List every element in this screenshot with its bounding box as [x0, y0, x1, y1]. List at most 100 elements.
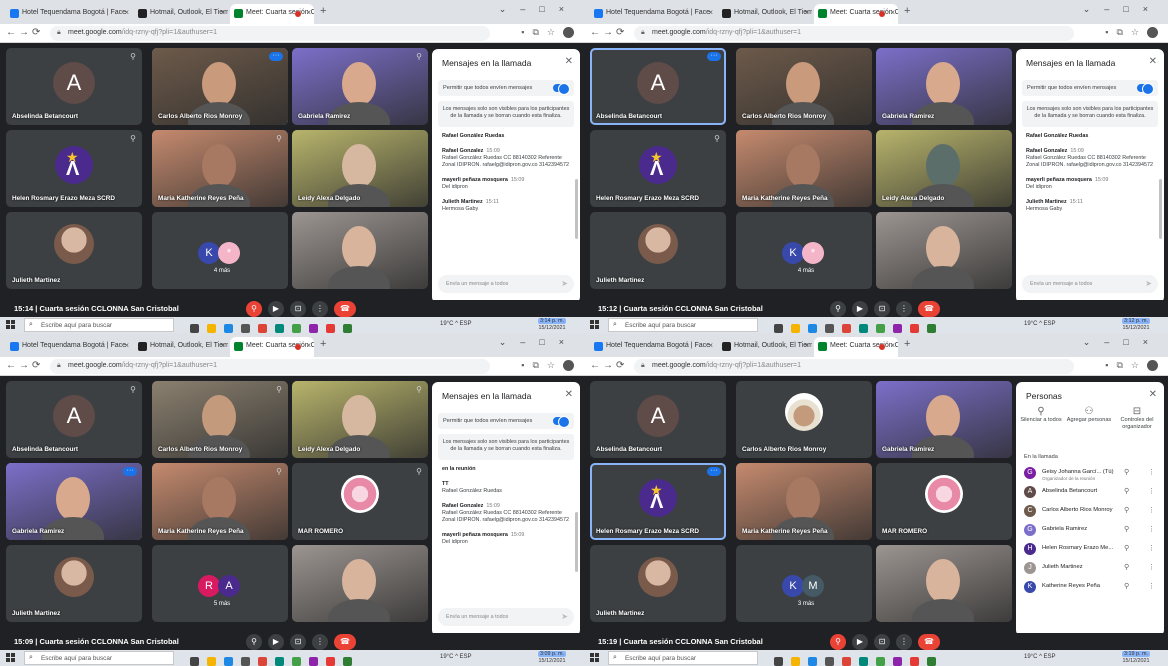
taskbar-clock[interactable]: 3:14 p. m. 15/12/2021 — [538, 318, 566, 332]
tab-close-icon[interactable]: × — [306, 341, 311, 350]
participant-tile[interactable]: RA 5 más — [152, 545, 288, 622]
people-action-button[interactable]: ⊟ Controles del organizador — [1114, 407, 1160, 431]
people-action-button[interactable]: ⚲ Silenciar a todos — [1018, 407, 1064, 424]
participant-tile[interactable]: MAR ROMERO ⚲ — [292, 463, 428, 540]
participant-tile[interactable]: Carlos Alberto Rios Monroy — [736, 381, 872, 458]
windows-start-icon[interactable] — [590, 320, 599, 329]
windows-start-icon[interactable] — [6, 320, 15, 329]
participant-tile[interactable]: ★ Λ Helen Rosmary Erazo Meza SCRD ⚲ — [6, 130, 142, 207]
participant-tile[interactable]: Julieth Martinez — [6, 545, 142, 622]
send-icon[interactable]: ➤ — [561, 612, 568, 621]
close-icon[interactable]: ✕ — [1149, 389, 1157, 400]
taskbar-app-icon[interactable] — [859, 324, 868, 333]
tab-close-icon[interactable]: × — [220, 8, 225, 17]
message-input[interactable]: Envía un mensaje a todos ➤ — [1022, 275, 1158, 293]
present-icon[interactable]: ⊡ — [874, 301, 890, 317]
participant-tile[interactable]: Maria Katherine Reyes Peña — [736, 463, 872, 540]
more-options-icon[interactable]: ⋮ — [1148, 487, 1155, 495]
browser-toolbar-icons[interactable]: ▪⧉☆ — [1105, 27, 1158, 39]
participant-tile[interactable]: KM 3 más — [736, 545, 872, 622]
camera-icon[interactable]: ▪ — [521, 27, 532, 37]
browser-tab-2[interactable]: Meet: Cuarta sesión CCLONN× — [814, 4, 898, 24]
participant-row[interactable]: G Gabriela Ramirez ⚲ ⋮ — [1024, 523, 1160, 539]
taskbar-app-icon[interactable] — [241, 324, 250, 333]
forward-icon[interactable]: → — [603, 27, 613, 38]
taskbar-app-icon[interactable] — [207, 324, 216, 333]
taskbar-app-icon[interactable] — [224, 657, 233, 666]
tab-close-icon[interactable]: × — [804, 8, 809, 17]
mic-icon[interactable]: ⚲ — [246, 301, 262, 317]
message-input[interactable]: Envía un mensaje a todos ➤ — [438, 275, 574, 293]
tab-close-icon[interactable]: × — [804, 341, 809, 350]
share-icon[interactable]: ⧉ — [532, 27, 546, 37]
taskbar-clock[interactable]: 3:12 p. m. 15/12/2021 — [1122, 318, 1150, 332]
participant-tile[interactable]: ★ Λ Helen Rosmary Erazo Meza SCRD ··· — [590, 463, 726, 540]
browser-tab-2[interactable]: Meet: Cuarta sesión CCLONN× — [230, 4, 314, 24]
address-bar[interactable]: 🔒︎ meet.google.com/idq-rzny-qfj?pli=1&aut… — [50, 359, 490, 374]
more-options-icon[interactable]: ⋮ — [1148, 506, 1155, 514]
tab-close-icon[interactable]: × — [890, 341, 895, 350]
star-icon[interactable]: ☆ — [547, 360, 563, 370]
taskbar-clock[interactable]: 3:19 p. m. 15/12/2021 — [1122, 651, 1150, 665]
taskbar-app-icon[interactable] — [343, 657, 352, 666]
participant-tile[interactable]: A Abselinda Betancourt ··· — [590, 48, 726, 125]
participant-tile[interactable]: Gabriela Ramirez ⚲ — [292, 48, 428, 125]
windows-start-icon[interactable] — [6, 653, 15, 662]
camera-icon[interactable]: ▪ — [1105, 27, 1116, 37]
star-icon[interactable]: ☆ — [1131, 27, 1147, 37]
participant-tile[interactable]: Carlos Alberto Rios Monroy — [736, 48, 872, 125]
hang-up-icon[interactable]: ☎ — [334, 634, 356, 650]
more-options-icon[interactable]: ⋮ — [312, 301, 328, 317]
taskbar-app-icon[interactable] — [326, 324, 335, 333]
taskbar-app-icon[interactable] — [842, 324, 851, 333]
tab-close-icon[interactable]: × — [306, 8, 311, 17]
new-tab-icon[interactable]: + — [904, 5, 910, 17]
taskbar-app-icon[interactable] — [190, 657, 199, 666]
tab-close-icon[interactable]: × — [708, 8, 713, 17]
participant-tile[interactable]: Carlos Alberto Rios Monroy ⚲ — [152, 381, 288, 458]
taskbar-app-icon[interactable] — [258, 657, 267, 666]
forward-icon[interactable]: → — [19, 27, 29, 38]
address-bar[interactable]: 🔒︎ meet.google.com/idq-rzny-qfj?pli=1&aut… — [50, 26, 490, 41]
participant-tile[interactable]: A Abselinda Betancourt ⚲ — [6, 381, 142, 458]
browser-tab-1[interactable]: Hotmail, Outlook, El Tiempo, noti× — [718, 4, 812, 24]
taskbar-app-icon[interactable] — [292, 657, 301, 666]
allow-messages-toggle[interactable] — [553, 83, 570, 95]
system-tray[interactable]: 19°C ^ ESP — [440, 321, 472, 327]
more-options-icon[interactable]: ⋮ — [312, 634, 328, 650]
taskbar-app-icon[interactable] — [774, 324, 783, 333]
send-icon[interactable]: ➤ — [561, 279, 568, 288]
star-icon[interactable]: ☆ — [1131, 360, 1147, 370]
profile-icon[interactable] — [1147, 360, 1158, 372]
browser-tab-0[interactable]: Hotel Tequendama Bogotá | Face × — [6, 337, 132, 357]
forward-icon[interactable]: → — [19, 360, 29, 371]
participant-tile[interactable]: K * 4 más — [736, 212, 872, 289]
taskbar-app-icon[interactable] — [893, 324, 902, 333]
forward-icon[interactable]: → — [603, 360, 613, 371]
send-icon[interactable]: ➤ — [1145, 279, 1152, 288]
reload-icon[interactable]: ⟳ — [32, 27, 40, 38]
tab-close-icon[interactable]: × — [124, 341, 129, 350]
taskbar-app-icon[interactable] — [343, 324, 352, 333]
hang-up-icon[interactable]: ☎ — [918, 634, 940, 650]
participant-tile[interactable]: Julieth Martinez — [6, 212, 142, 289]
share-icon[interactable]: ⧉ — [532, 360, 546, 370]
close-icon[interactable]: ✕ — [565, 56, 573, 67]
taskbar-search-input[interactable]: ⌕ Escribe aquí para buscar — [608, 318, 758, 332]
camera-toggle-icon[interactable]: ▶ — [268, 301, 284, 317]
taskbar-app-icon[interactable] — [292, 324, 301, 333]
mic-off-icon[interactable]: ⚲ — [1124, 506, 1129, 514]
browser-tab-1[interactable]: Hotmail, Outlook, El Tiempo, noti× — [718, 337, 812, 357]
taskbar-app-icon[interactable] — [791, 324, 800, 333]
new-tab-icon[interactable]: + — [904, 338, 910, 350]
tab-close-icon[interactable]: × — [124, 8, 129, 17]
message-input[interactable]: Envía un mensaje a todos ➤ — [438, 608, 574, 626]
profile-icon[interactable] — [563, 27, 574, 39]
present-icon[interactable]: ⊡ — [874, 634, 890, 650]
participant-tile[interactable] — [876, 212, 1012, 289]
taskbar-app-icon[interactable] — [808, 657, 817, 666]
participant-tile[interactable]: Gabriela Ramirez — [876, 48, 1012, 125]
taskbar-app-icon[interactable] — [224, 324, 233, 333]
taskbar-app-icon[interactable] — [859, 657, 868, 666]
participant-tile[interactable]: ★ Λ Helen Rosmary Erazo Meza SCRD ⚲ — [590, 130, 726, 207]
